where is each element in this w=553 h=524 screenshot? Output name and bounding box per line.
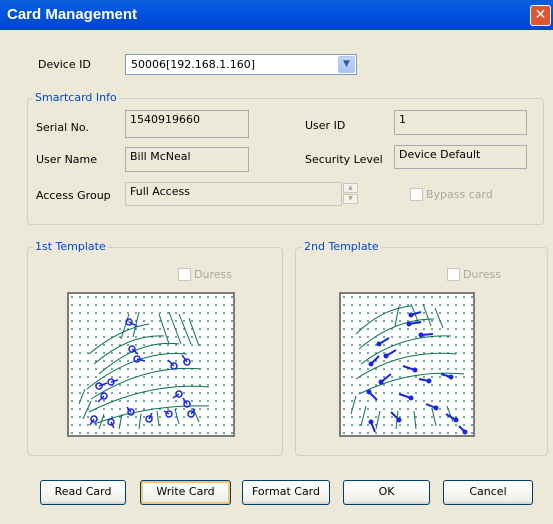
second-fingerprint-image: [339, 292, 475, 437]
user-name-label: User Name: [36, 153, 98, 166]
bypass-card-label: Bypass card: [426, 188, 493, 201]
serial-no-label: Serial No.: [36, 121, 89, 134]
access-group-field[interactable]: Full Access: [125, 182, 342, 206]
user-id-label: User ID: [305, 119, 346, 132]
chevron-down-icon[interactable]: ▼: [338, 56, 355, 73]
first-fingerprint-image: [67, 292, 235, 437]
device-id-select[interactable]: 50006[192.168.1.160] ▼: [125, 54, 357, 75]
close-icon: ✕: [534, 7, 547, 23]
user-name-field[interactable]: Bill McNeal: [125, 147, 249, 172]
second-duress-checkbox[interactable]: Duress: [447, 268, 501, 281]
second-duress-label: Duress: [463, 268, 501, 281]
second-template-title: 2nd Template: [302, 240, 381, 253]
bypass-card-checkbox[interactable]: Bypass card: [410, 188, 493, 201]
first-duress-checkbox[interactable]: Duress: [178, 268, 232, 281]
checkbox-icon[interactable]: [447, 268, 460, 281]
first-duress-label: Duress: [194, 268, 232, 281]
user-id-field[interactable]: 1: [394, 110, 527, 135]
device-id-label: Device ID: [38, 58, 91, 71]
security-level-field[interactable]: Device Default: [394, 145, 527, 169]
close-button[interactable]: ✕: [530, 5, 551, 26]
write-card-button[interactable]: Write Card: [140, 480, 231, 505]
title-bar[interactable]: Card Management ✕: [0, 0, 553, 30]
fingerprint-minutiae-map: [69, 294, 233, 435]
cancel-button[interactable]: Cancel: [443, 480, 533, 505]
security-level-label: Security Level: [305, 153, 383, 166]
serial-no-field[interactable]: 1540919660: [125, 110, 249, 138]
checkbox-icon[interactable]: [178, 268, 191, 281]
access-group-label: Access Group: [36, 189, 111, 202]
read-card-button[interactable]: Read Card: [40, 480, 126, 505]
fingerprint-minutiae-map: [341, 294, 473, 435]
device-id-value: 50006[192.168.1.160]: [131, 58, 256, 71]
spin-down-icon[interactable]: ▼: [343, 194, 358, 204]
smartcard-info-title: Smartcard Info: [33, 91, 119, 104]
ok-button[interactable]: OK: [343, 480, 430, 505]
checkbox-icon[interactable]: [410, 188, 423, 201]
first-template-title: 1st Template: [33, 240, 108, 253]
spin-up-icon[interactable]: ▲: [343, 183, 358, 193]
format-card-button[interactable]: Format Card: [242, 480, 330, 505]
window-title: Card Management: [7, 6, 138, 23]
